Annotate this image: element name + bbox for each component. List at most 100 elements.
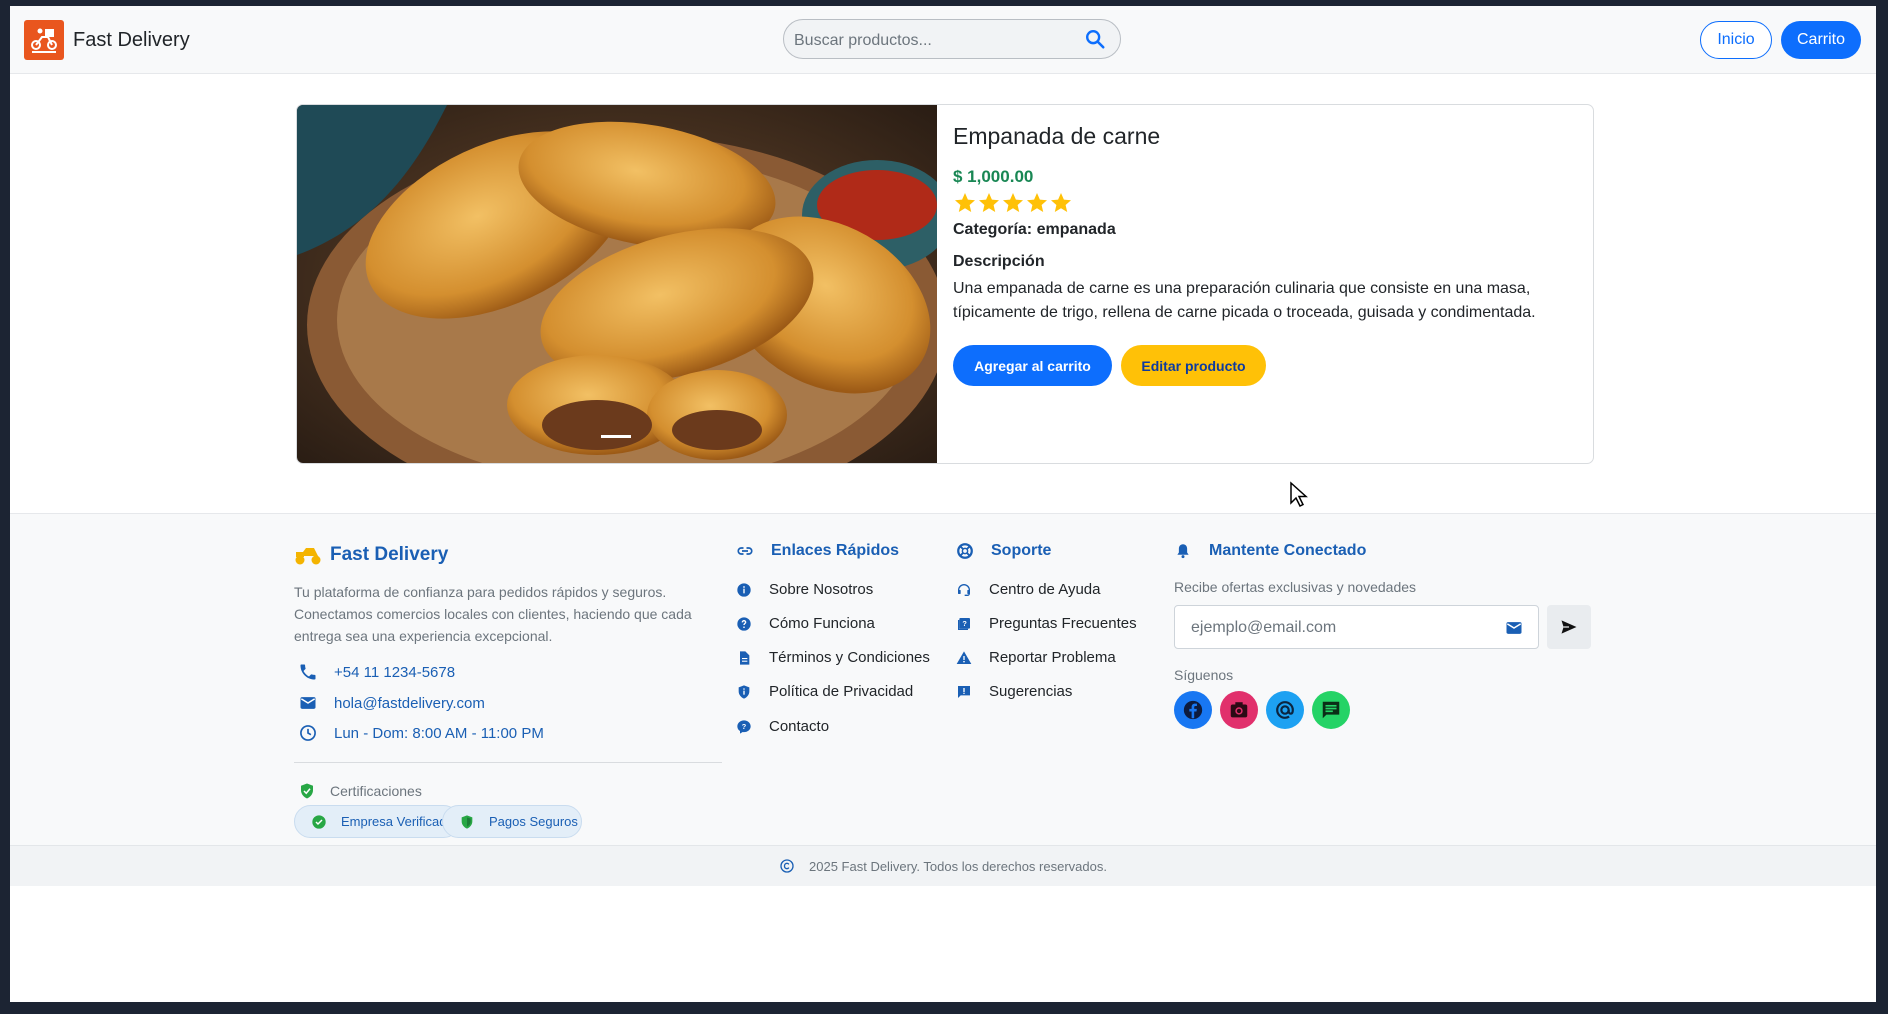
svg-text:?: ? [962,619,967,628]
product-description: Una empanada de carne es una preparación… [953,280,1536,321]
footer-tagline: Tu plataforma de confianza para pedidos … [294,584,692,644]
follow-label: Síguenos [1174,667,1234,683]
rating-stars [953,191,1073,215]
faq-icon: ? [958,617,970,630]
certifications-title: Certificaciones [294,782,422,800]
badge-label: Pagos Seguros [489,814,578,829]
certifications-label: Certificaciones [330,783,422,799]
link-label: Términos y Condiciones [769,649,930,666]
email-text: hola@fastdelivery.com [334,694,485,712]
footer-brand-name: Fast Delivery [330,544,449,565]
product-category: Categoría: empanada [953,221,1116,238]
link-label: Reportar Problema [989,649,1116,666]
add-to-cart-button[interactable]: Agregar al carrito [953,345,1112,386]
contact-phone[interactable]: +54 11 1234-5678 [294,662,455,682]
inicio-button[interactable]: Inicio [1700,21,1772,59]
edit-product-button[interactable]: Editar producto [1121,345,1266,386]
secure-shield-icon [461,814,473,829]
link-sugerencias[interactable]: Sugerencias [956,683,1072,700]
star-icon [1027,193,1047,212]
contact-help-icon: ? [737,719,751,734]
feedback-icon [958,685,970,698]
link-sobre-nosotros[interactable]: Sobre Nosotros [736,581,873,598]
product-card: Empanada de carne $ 1,000.00 Categoría: … [296,104,1594,464]
description-heading: Descripción [953,253,1045,270]
quick-links-heading-label: Enlaces Rápidos [771,542,900,559]
footer-divider [294,762,722,763]
support-heading: Soporte [956,542,1051,560]
product-price: $ 1,000.00 [953,167,1034,186]
star-icon [1051,193,1071,212]
copyright-icon [780,859,794,873]
brand-name: Fast Delivery [73,28,190,51]
link-terminos[interactable]: Términos y Condiciones [736,649,930,666]
contact-hours: Lun - Dom: 8:00 AM - 11:00 PM [294,723,544,743]
link-privacidad[interactable]: Política de Privacidad [736,683,913,700]
newsletter-email-input[interactable] [1189,616,1483,640]
star-icon [979,193,999,212]
mouse-cursor-icon [1290,481,1308,507]
headset-icon [958,583,970,596]
newsletter-subtitle: Recibe ofertas exclusivas y novedades [1174,579,1417,595]
footer-brand: Fast Delivery [294,544,448,566]
navbar: Fast Delivery Inicio Carrito [10,6,1876,74]
link-como-funciona[interactable]: Cómo Funciona [736,615,875,632]
warning-icon [956,650,972,664]
badge-empresa-verificada: Empresa Verificada [294,805,460,838]
social-links [1174,691,1358,729]
link-label: Política de Privacidad [769,683,914,700]
newsletter-heading-label: Mantente Conectado [1209,542,1367,559]
scooter-icon [295,548,321,565]
link-label: Contacto [769,718,830,735]
newsletter-heading: Mantente Conectado [1174,542,1366,560]
link-preguntas[interactable]: ? Preguntas Frecuentes [956,615,1137,632]
link-label: Cómo Funciona [769,615,875,632]
document-icon [740,650,750,665]
chat-icon[interactable] [1312,691,1350,729]
contact-email[interactable]: hola@fastdelivery.com [294,693,485,713]
badge-pagos-seguros: Pagos Seguros [442,805,582,838]
privacy-shield-icon [738,684,750,699]
clock-icon [300,725,316,741]
send-icon [1561,620,1577,634]
copyright-text: 2025 Fast Delivery. Todos los derechos r… [809,858,1107,874]
search-input[interactable] [792,26,1076,56]
shield-check-icon [301,783,313,799]
link-label: Preguntas Frecuentes [989,615,1137,632]
footer: Fast Delivery Tu plataforma de confianza… [10,513,1876,850]
info-icon [737,582,751,597]
product-image [297,105,952,463]
quick-links-heading: Enlaces Rápidos [736,542,899,560]
badge-label: Empresa Verificada [341,814,454,829]
delivery-logo-icon [24,20,64,60]
carousel-indicator[interactable] [601,435,631,438]
instagram-icon[interactable] [1220,691,1258,729]
link-centro-ayuda[interactable]: Centro de Ayuda [956,581,1100,598]
carrito-button[interactable]: Carrito [1781,21,1861,59]
link-label: Sugerencias [989,683,1073,700]
lifebuoy-icon [957,543,973,559]
at-sign-icon[interactable] [1266,691,1304,729]
mail-icon [300,697,316,709]
brand-link[interactable]: Fast Delivery [24,20,190,60]
verified-icon [312,814,326,829]
browser-viewport: Fast Delivery Inicio Carrito [10,6,1876,1002]
star-icon [1003,193,1023,212]
copyright-bar: 2025 Fast Delivery. Todos los derechos r… [10,845,1876,886]
product-title: Empanada de carne [953,123,1161,149]
search-icon[interactable] [1084,28,1108,52]
bell-icon [1177,544,1189,559]
newsletter-email-field [1174,605,1539,649]
facebook-icon[interactable] [1174,691,1212,729]
search-bar [783,19,1121,59]
support-heading-label: Soporte [991,542,1052,559]
link-reportar[interactable]: Reportar Problema [956,649,1116,666]
mail-icon [1506,622,1522,634]
phone-icon [300,664,316,680]
link-contacto[interactable]: ? Contacto [736,718,829,735]
newsletter-send-button[interactable] [1547,605,1591,649]
help-icon [737,616,751,631]
link-icon [737,547,753,555]
phone-text: +54 11 1234-5678 [334,663,456,681]
hours-text: Lun - Dom: 8:00 AM - 11:00 PM [334,724,544,742]
